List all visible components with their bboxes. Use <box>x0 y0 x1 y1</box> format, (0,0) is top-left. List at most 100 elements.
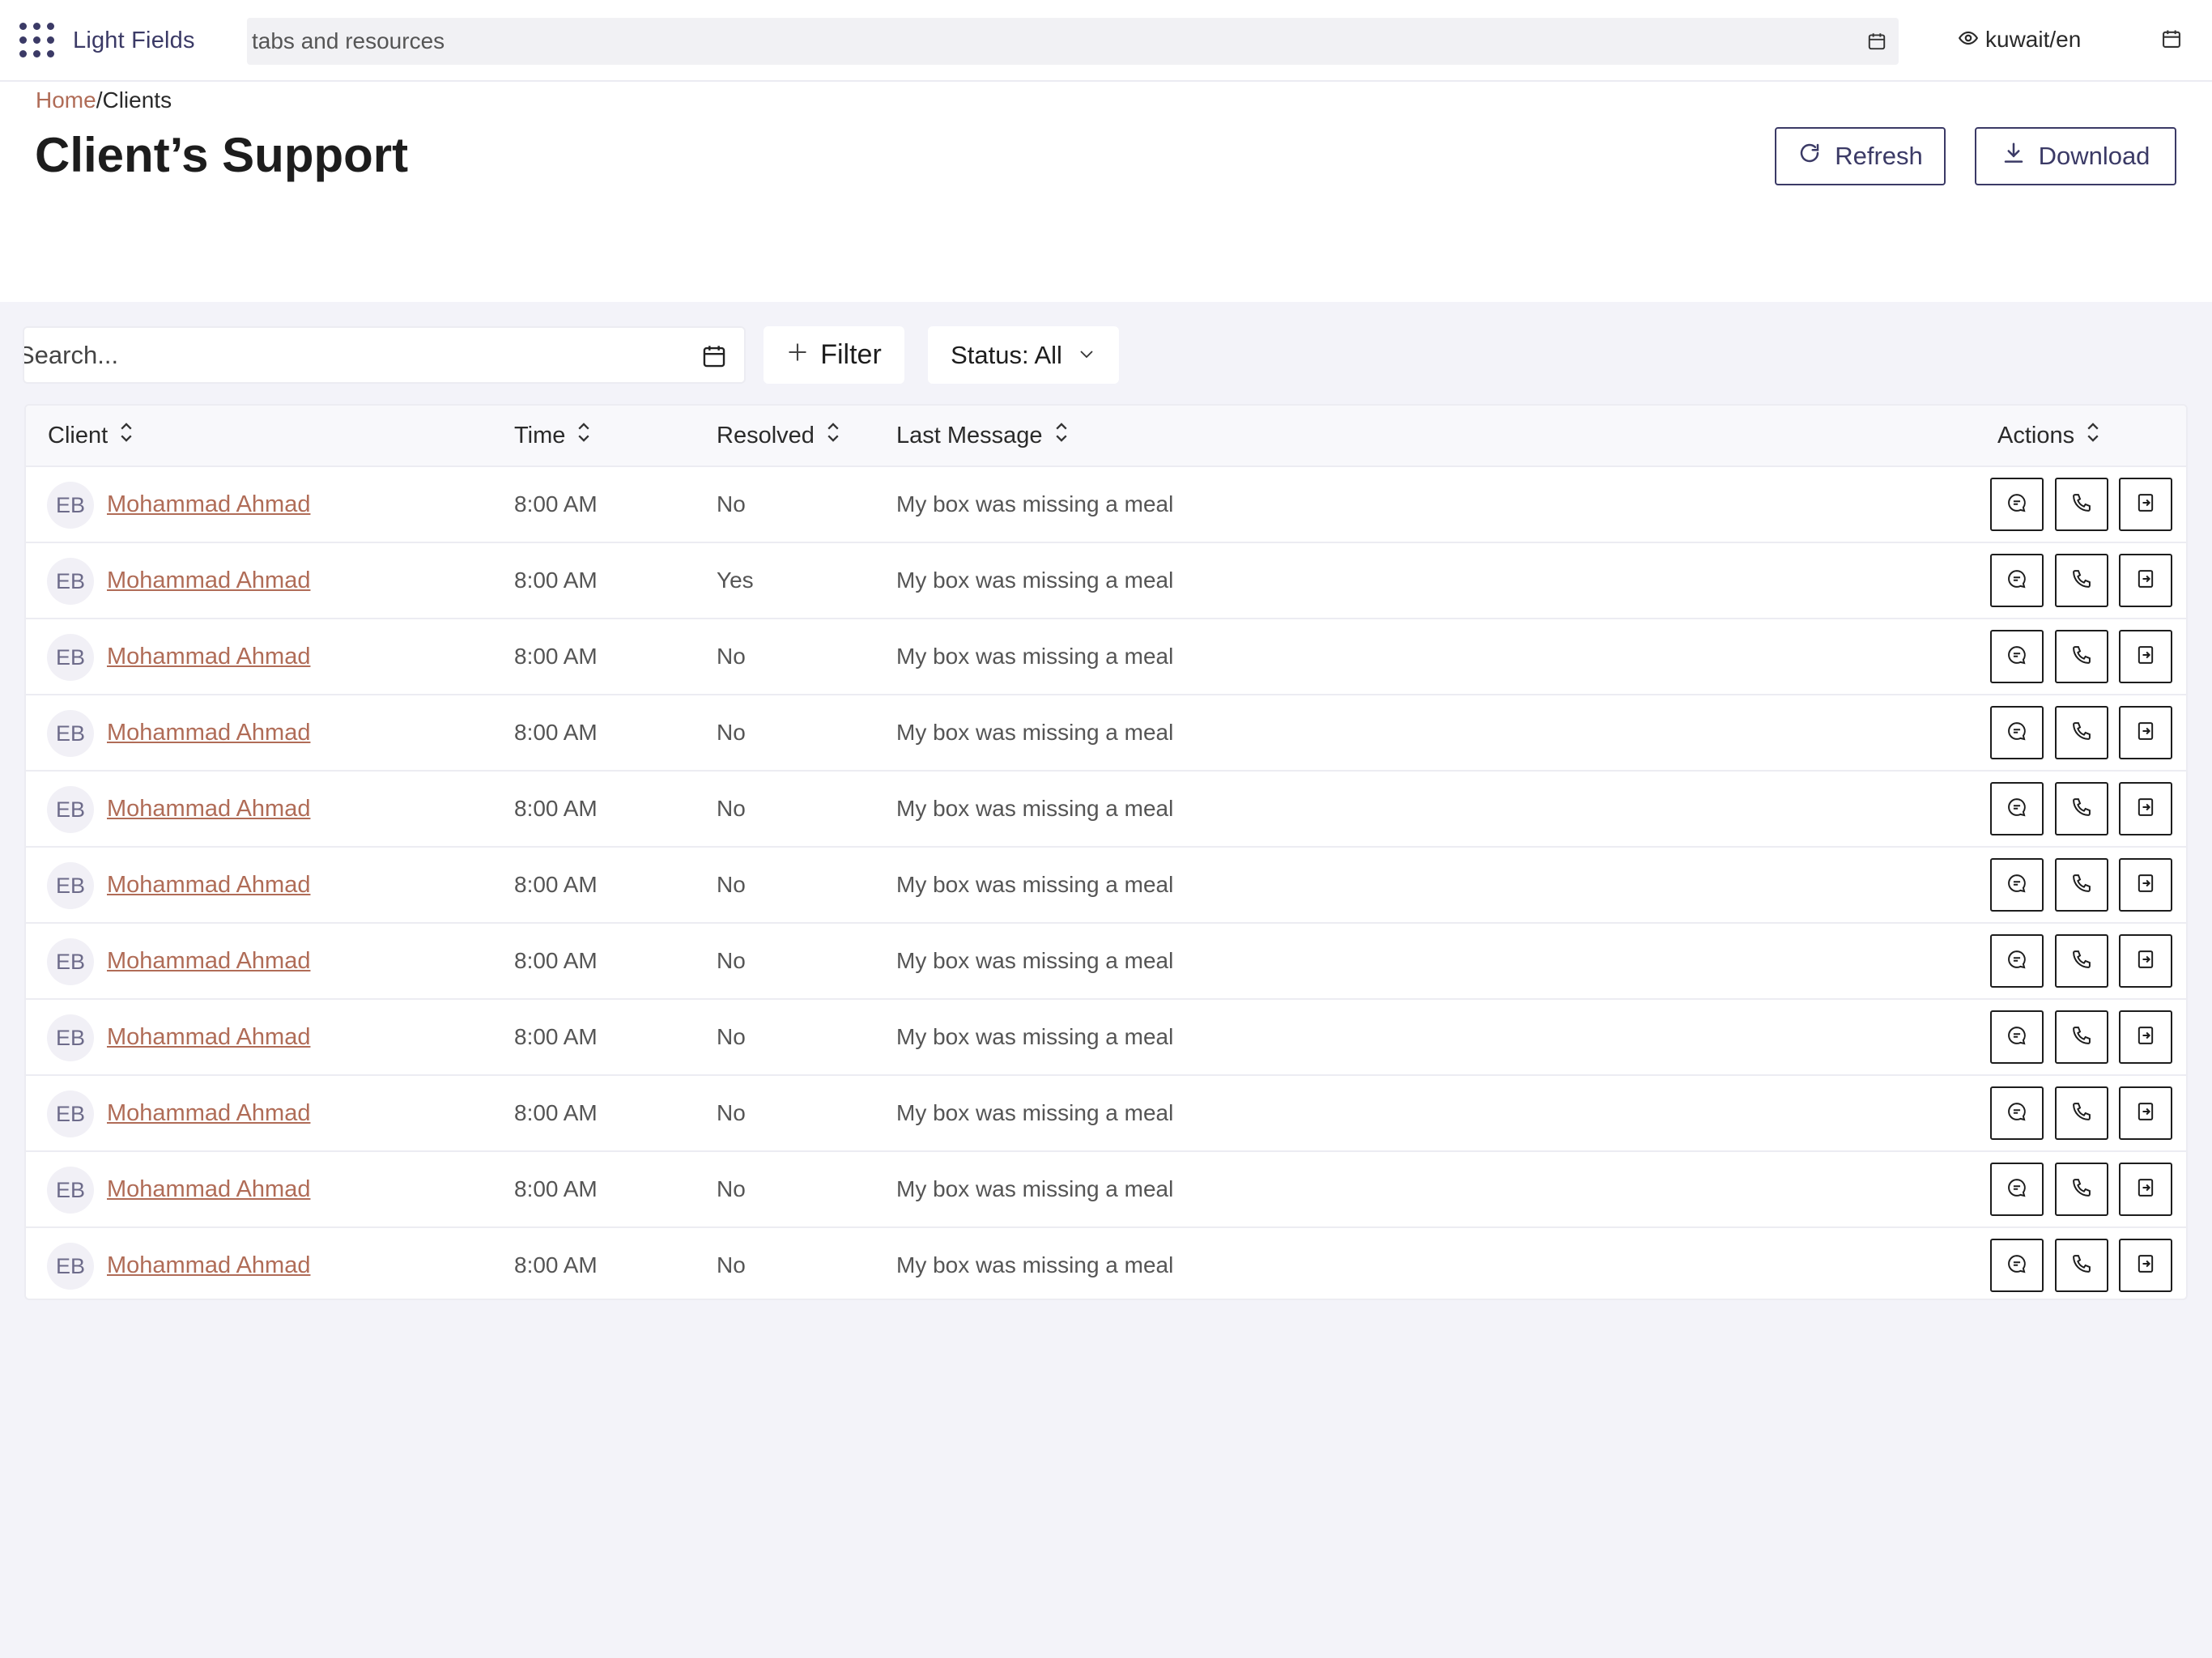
phone-icon <box>2070 1252 2093 1279</box>
table-row: EB Mohammad Ahmad 8:00 AM No My box was … <box>26 924 2186 1000</box>
exit-icon <box>2134 1024 2157 1051</box>
search-box[interactable] <box>23 326 746 384</box>
plus-icon <box>786 339 809 371</box>
phone-icon <box>2070 491 2093 518</box>
exit-button[interactable] <box>2119 934 2172 988</box>
column-header-time[interactable]: Time <box>514 422 591 449</box>
time-cell: 8:00 AM <box>514 1176 598 1201</box>
avatar: EB <box>47 1167 94 1214</box>
column-header-client[interactable]: Client <box>48 422 134 449</box>
exit-button[interactable] <box>2119 1086 2172 1140</box>
exit-icon <box>2134 1176 2157 1203</box>
message-button[interactable] <box>1990 934 2044 988</box>
phone-icon <box>2070 796 2093 823</box>
call-button[interactable] <box>2055 706 2108 759</box>
phone-icon <box>2070 568 2093 594</box>
clients-table: Client Time Resolved Last Message Action… <box>24 404 2188 1300</box>
refresh-label: Refresh <box>1835 142 1923 170</box>
table-row: EB Mohammad Ahmad 8:00 AM No My box was … <box>26 1228 2186 1299</box>
call-button[interactable] <box>2055 934 2108 988</box>
call-button[interactable] <box>2055 782 2108 835</box>
exit-button[interactable] <box>2119 554 2172 607</box>
page-header <box>0 82 2212 302</box>
search-input[interactable] <box>24 328 682 382</box>
avatar-initials: EB <box>55 568 86 593</box>
message-button[interactable] <box>1990 782 2044 835</box>
message-button[interactable] <box>1990 630 2044 683</box>
avatar: EB <box>47 710 94 757</box>
message-button[interactable] <box>1990 858 2044 912</box>
eye-icon <box>1958 28 1979 53</box>
table-row: EB Mohammad Ahmad 8:00 AM No My box was … <box>26 772 2186 848</box>
status-dropdown-label: Status: All <box>951 340 1062 369</box>
client-name-link[interactable]: Mohammad Ahmad <box>107 872 310 899</box>
exit-button[interactable] <box>2119 1010 2172 1064</box>
exit-button[interactable] <box>2119 1163 2172 1216</box>
call-button[interactable] <box>2055 858 2108 912</box>
message-button[interactable] <box>1990 1163 2044 1216</box>
exit-icon <box>2134 644 2157 670</box>
client-name-link[interactable]: Mohammad Ahmad <box>107 491 310 518</box>
add-filter-button[interactable]: Filter <box>764 326 904 384</box>
call-button[interactable] <box>2055 1086 2108 1140</box>
calendar-icon[interactable] <box>1866 31 1887 56</box>
avatar-initials: EB <box>55 797 86 822</box>
message-button[interactable] <box>1990 1010 2044 1064</box>
avatar-initials: EB <box>55 1101 86 1126</box>
exit-button[interactable] <box>2119 858 2172 912</box>
column-header-last-message[interactable]: Last Message <box>896 422 1069 449</box>
global-search-input[interactable] <box>252 18 1855 65</box>
exit-button[interactable] <box>2119 478 2172 531</box>
breadcrumb-home-link[interactable]: Home <box>36 87 96 113</box>
status-dropdown[interactable]: Status: All <box>928 326 1119 384</box>
client-name-link[interactable]: Mohammad Ahmad <box>107 644 310 670</box>
call-button[interactable] <box>2055 1010 2108 1064</box>
table-row: EB Mohammad Ahmad 8:00 AM No My box was … <box>26 1076 2186 1152</box>
client-name-link[interactable]: Mohammad Ahmad <box>107 1252 310 1279</box>
sort-icon <box>576 422 591 449</box>
client-name-link[interactable]: Mohammad Ahmad <box>107 568 310 594</box>
exit-icon <box>2134 568 2157 594</box>
locale-selector[interactable]: kuwait/en <box>1958 27 2081 53</box>
call-button[interactable] <box>2055 1239 2108 1292</box>
avatar: EB <box>47 1090 94 1137</box>
client-name-link[interactable]: Mohammad Ahmad <box>107 796 310 823</box>
last-message-cell: My box was missing a meal <box>896 796 1174 821</box>
column-header-actions[interactable]: Actions <box>1997 422 2100 449</box>
call-button[interactable] <box>2055 478 2108 531</box>
calendar-icon[interactable] <box>2160 28 2183 54</box>
exit-button[interactable] <box>2119 630 2172 683</box>
call-button[interactable] <box>2055 554 2108 607</box>
client-name-link[interactable]: Mohammad Ahmad <box>107 1024 310 1051</box>
message-button[interactable] <box>1990 1086 2044 1140</box>
table-header: Client Time Resolved Last Message Action… <box>26 406 2186 467</box>
message-button[interactable] <box>1990 554 2044 607</box>
time-cell: 8:00 AM <box>514 491 598 517</box>
column-header-label: Resolved <box>717 422 815 449</box>
exit-button[interactable] <box>2119 1239 2172 1292</box>
exit-button[interactable] <box>2119 706 2172 759</box>
call-button[interactable] <box>2055 1163 2108 1216</box>
avatar: EB <box>47 1014 94 1061</box>
global-search[interactable] <box>247 18 1899 65</box>
apps-grid-icon[interactable] <box>19 23 55 58</box>
call-button[interactable] <box>2055 630 2108 683</box>
message-button[interactable] <box>1990 1239 2044 1292</box>
column-header-resolved[interactable]: Resolved <box>717 422 840 449</box>
refresh-button[interactable]: Refresh <box>1775 127 1946 185</box>
last-message-cell: My box was missing a meal <box>896 1024 1174 1049</box>
client-name-link[interactable]: Mohammad Ahmad <box>107 948 310 975</box>
message-button[interactable] <box>1990 706 2044 759</box>
calendar-icon[interactable] <box>700 342 728 374</box>
client-name-link[interactable]: Mohammad Ahmad <box>107 1176 310 1203</box>
client-name-link[interactable]: Mohammad Ahmad <box>107 1100 310 1127</box>
message-icon <box>2006 1176 2028 1203</box>
message-icon <box>2006 948 2028 975</box>
avatar-initials: EB <box>55 644 86 670</box>
message-button[interactable] <box>1990 478 2044 531</box>
exit-button[interactable] <box>2119 782 2172 835</box>
download-button[interactable]: Download <box>1975 127 2176 185</box>
time-cell: 8:00 AM <box>514 644 598 669</box>
client-name-link[interactable]: Mohammad Ahmad <box>107 720 310 746</box>
locale-label: kuwait/en <box>1985 27 2082 52</box>
